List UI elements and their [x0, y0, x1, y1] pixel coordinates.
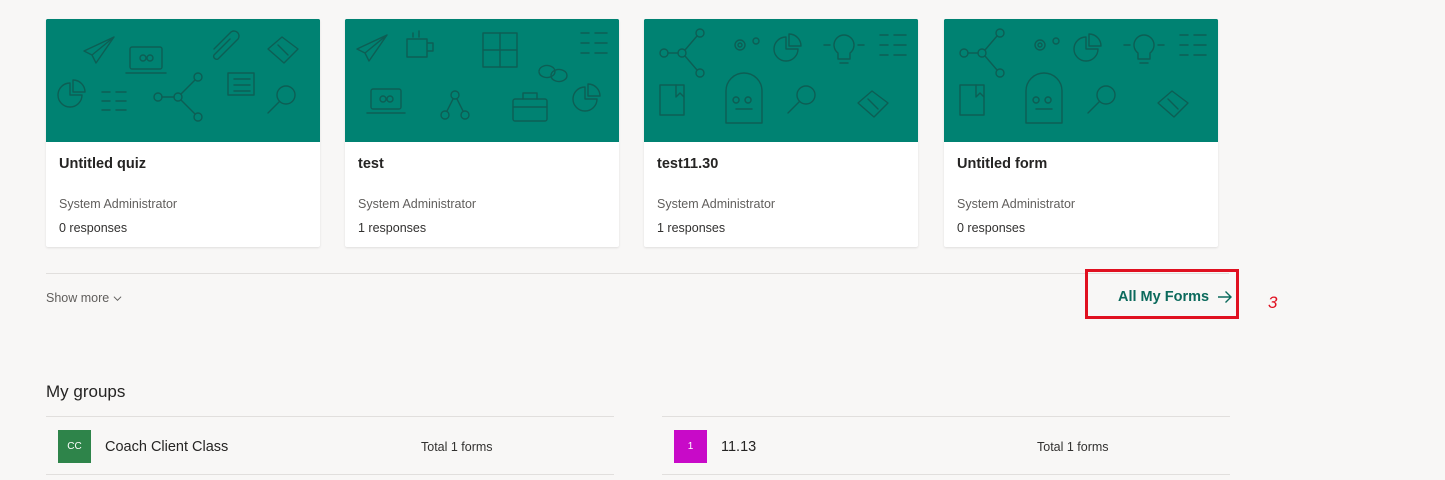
form-responses: 1 responses [358, 221, 427, 235]
annotation-step-number: 3 [1268, 293, 1278, 312]
show-more-label: Show more [46, 291, 110, 305]
form-title: test [358, 156, 384, 172]
group-form-count: Total 1 forms [1037, 440, 1109, 454]
form-responses: 1 responses [657, 221, 726, 235]
group-form-count: Total 1 forms [421, 440, 493, 454]
form-card[interactable]: test System Administrator 1 responses [345, 19, 619, 247]
show-more-button[interactable]: Show more [46, 291, 122, 305]
form-title: Untitled quiz [59, 156, 146, 172]
section-divider [46, 273, 1229, 274]
my-groups-heading: My groups [46, 382, 126, 401]
group-row[interactable]: 1 11.13 Total 1 forms [662, 416, 1230, 475]
form-title: Untitled form [957, 156, 1048, 172]
form-thumbnail [644, 19, 918, 142]
form-responses: 0 responses [59, 221, 128, 235]
chevron-down-icon [113, 295, 122, 301]
group-avatar: 1 [674, 430, 707, 463]
group-row[interactable]: CC Coach Client Class Total 1 forms [46, 416, 614, 475]
group-name: 11.13 [721, 439, 757, 455]
form-owner: System Administrator [957, 197, 1076, 211]
form-card[interactable]: Untitled form System Administrator 0 res… [944, 19, 1218, 247]
form-title: test11.30 [657, 156, 719, 172]
form-card[interactable]: Untitled quiz System Administrator 0 res… [46, 19, 320, 247]
form-owner: System Administrator [59, 197, 178, 211]
form-thumbnail [944, 19, 1218, 142]
group-name: Coach Client Class [105, 439, 229, 455]
form-owner: System Administrator [358, 197, 477, 211]
annotation-highlight-box [1085, 269, 1239, 319]
form-owner: System Administrator [657, 197, 776, 211]
group-avatar: CC [58, 430, 91, 463]
form-card[interactable]: test11.30 System Administrator 1 respons… [644, 19, 918, 247]
form-responses: 0 responses [957, 221, 1026, 235]
form-thumbnail [345, 19, 619, 142]
form-thumbnail [46, 19, 320, 142]
